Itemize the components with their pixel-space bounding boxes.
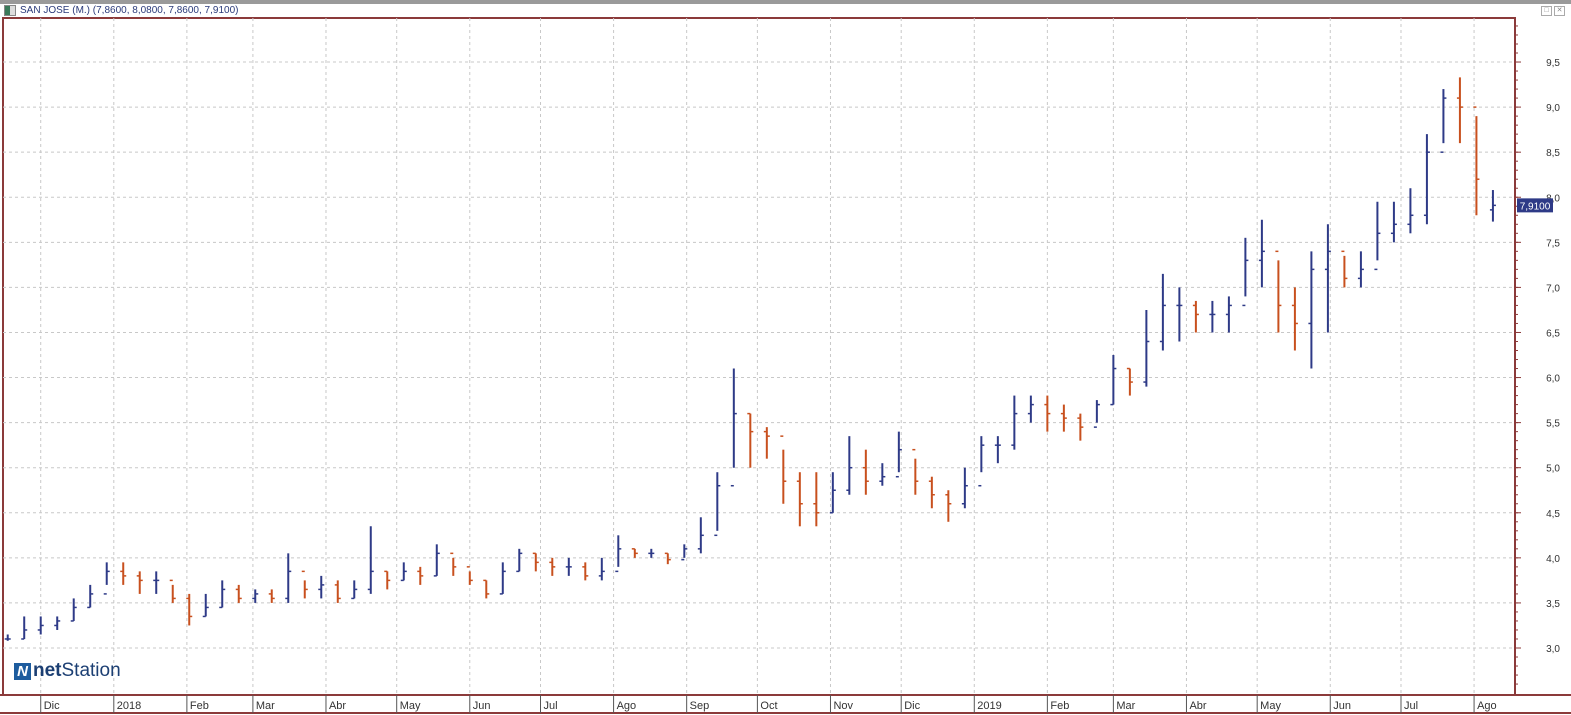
x-tick-label: Nov <box>833 700 853 712</box>
y-tick-label: 9,5 <box>1546 58 1560 69</box>
x-tick-label: Mar <box>256 700 275 712</box>
x-tick-label: Mar <box>1116 700 1135 712</box>
y-tick-label: 6,0 <box>1546 374 1560 385</box>
x-tick-label: Ago <box>617 700 637 712</box>
x-tick-label: Abr <box>1189 700 1206 712</box>
x-tick-label: Abr <box>329 700 346 712</box>
x-tick-label: Jul <box>1404 700 1418 712</box>
y-tick-label: 8,5 <box>1546 148 1560 159</box>
x-tick-label: Ago <box>1477 700 1497 712</box>
logo-text-bold: net <box>33 660 62 681</box>
x-tick-label: Jul <box>544 700 558 712</box>
x-tick-label: Oct <box>760 700 777 712</box>
x-tick-label: 2018 <box>117 700 141 712</box>
netstation-logo: Nnet Station <box>14 660 121 682</box>
x-tick-label: Feb <box>1050 700 1069 712</box>
y-tick-label: 5,0 <box>1546 464 1560 475</box>
x-tick-label: Dic <box>44 700 60 712</box>
x-tick-label: Feb <box>190 700 209 712</box>
x-tick-label: Jun <box>473 700 491 712</box>
y-tick-label: 7,5 <box>1546 238 1560 249</box>
y-tick-label: 6,5 <box>1546 328 1560 339</box>
x-tick-label: May <box>1260 700 1281 712</box>
y-tick-label: 3,0 <box>1546 644 1560 655</box>
y-tick-label: 9,0 <box>1546 103 1560 114</box>
x-tick-label: May <box>400 700 421 712</box>
x-tick-label: Sep <box>690 700 710 712</box>
last-price-label: 7,9100 <box>1520 201 1551 212</box>
y-tick-label: 4,0 <box>1546 554 1560 565</box>
logo-mark-icon: N <box>14 662 31 680</box>
ohlc-chart: 3,03,54,04,55,05,56,06,57,07,58,08,59,09… <box>0 17 1571 714</box>
y-tick-label: 5,5 <box>1546 419 1560 430</box>
x-tick-label: Jun <box>1333 700 1351 712</box>
plot-frame <box>2 17 1516 696</box>
logo-text: Station <box>61 660 121 681</box>
y-tick-label: 7,0 <box>1546 283 1560 294</box>
y-tick-label: 4,5 <box>1546 509 1560 520</box>
x-tick-label: 2019 <box>977 700 1001 712</box>
x-tick-label: Dic <box>904 700 920 712</box>
y-tick-label: 3,5 <box>1546 599 1560 610</box>
